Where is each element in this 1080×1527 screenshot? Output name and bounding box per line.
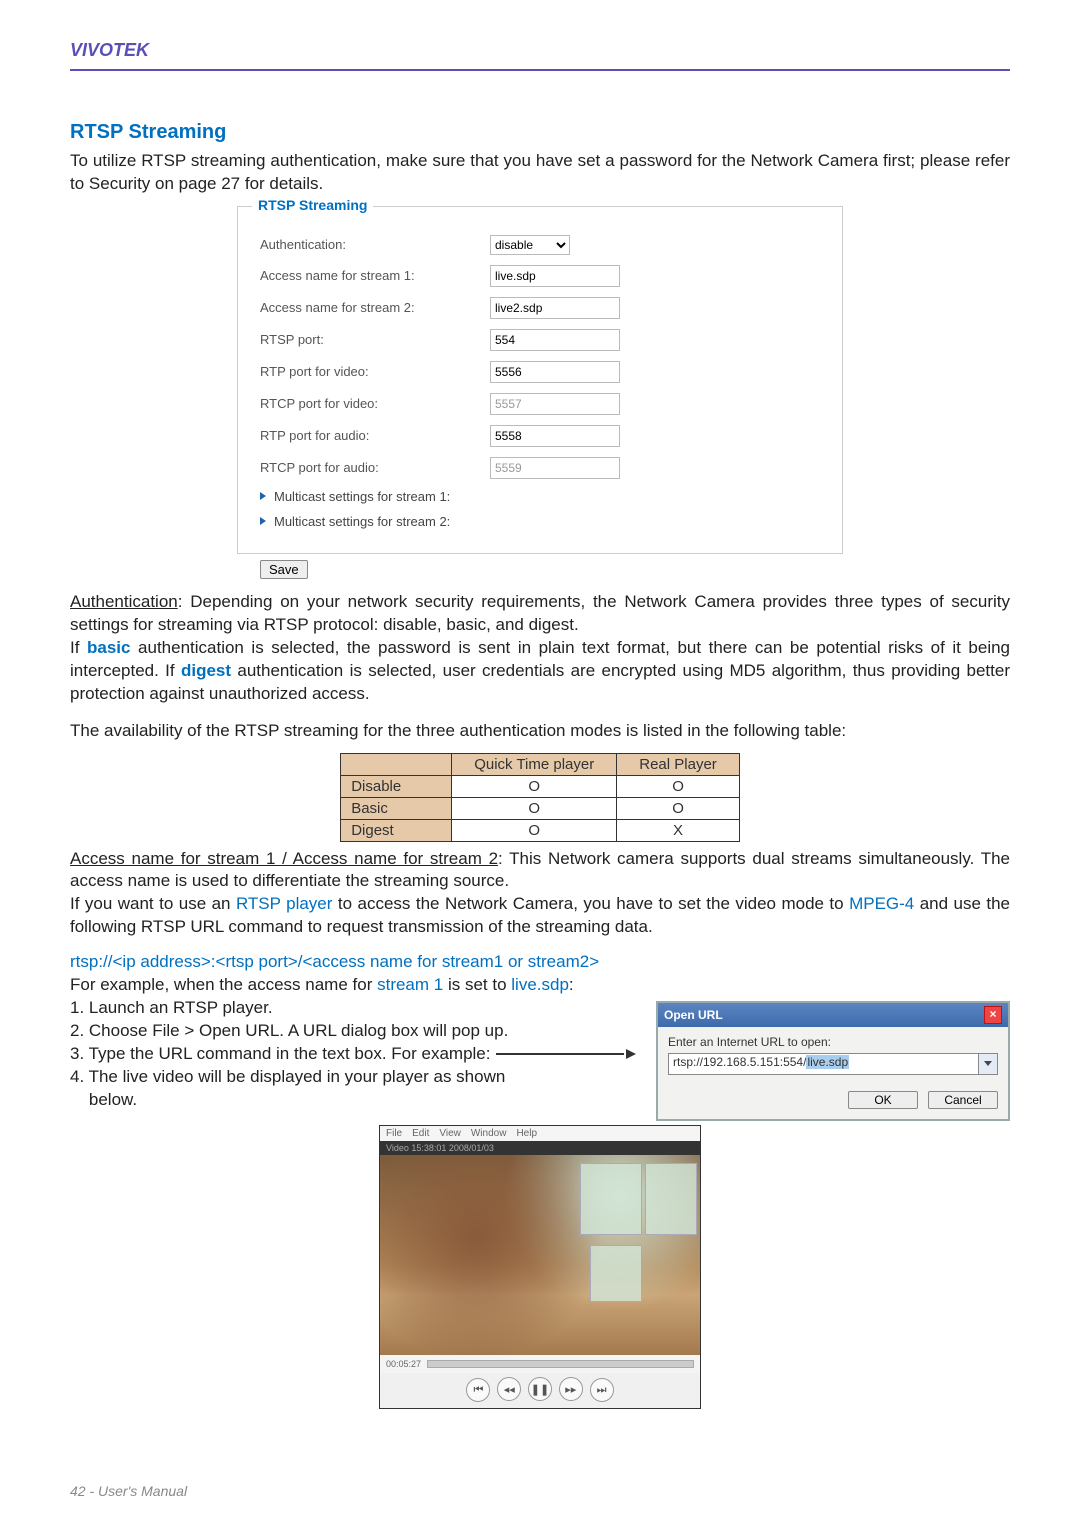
step-1: 1. Launch an RTSP player. <box>70 997 636 1020</box>
video-area <box>380 1155 700 1355</box>
rtcp-audio-input[interactable] <box>490 457 620 479</box>
page-footer: 42 - User's Manual <box>70 1483 187 1499</box>
mpeg4-link: MPEG-4 <box>849 894 914 913</box>
player-menu[interactable]: Window <box>471 1128 507 1139</box>
multicast-stream2-label: Multicast settings for stream 2: <box>274 514 450 529</box>
intro-paragraph: To utilize RTSP streaming authentication… <box>70 150 1010 196</box>
open-url-dialog: Open URL × Enter an Internet URL to open… <box>656 1001 1010 1121</box>
table-header-realplayer: Real Player <box>617 753 740 775</box>
stream1-access-label: Access name for stream 1: <box>260 268 490 283</box>
rtp-audio-input[interactable] <box>490 425 620 447</box>
rtsp-config-panel: RTSP Streaming Authentication: disable A… <box>237 206 843 554</box>
table-header-quicktime: Quick Time player <box>452 753 617 775</box>
pause-icon[interactable]: ❚❚ <box>528 1377 552 1401</box>
player-menu[interactable]: Edit <box>412 1128 429 1139</box>
multicast-stream2-expander[interactable]: Multicast settings for stream 2: <box>260 514 820 529</box>
authentication-heading: Authentication <box>70 592 178 611</box>
section-title: RTSP Streaming <box>70 121 1010 144</box>
url-input[interactable]: rtsp://192.168.5.151:554/live.sdp <box>668 1053 979 1075</box>
access-name-paragraph: Access name for stream 1 / Access name f… <box>70 848 1010 894</box>
step-2: 2. Choose File > Open URL. A URL dialog … <box>70 1020 636 1043</box>
access-name-heading: Access name for stream 1 / Access name f… <box>70 849 498 868</box>
rtsp-player-paragraph: If you want to use an RTSP player to acc… <box>70 893 1010 939</box>
player-timestamp: Video 15:38:01 2008/01/03 <box>380 1141 700 1155</box>
skip-back-icon[interactable]: ⏮ <box>466 1378 490 1402</box>
dialog-title: Open URL <box>664 1008 723 1022</box>
player-menu[interactable]: View <box>439 1128 461 1139</box>
rtp-video-label: RTP port for video: <box>260 364 490 379</box>
auth-select[interactable]: disable <box>490 235 570 255</box>
header-rule <box>70 69 1010 71</box>
player-controls: ⏮ ◂◂ ❚❚ ▸▸ ⏭ <box>380 1373 700 1408</box>
availability-table: Quick Time player Real Player Disable O … <box>340 753 740 842</box>
save-button[interactable]: Save <box>260 560 308 579</box>
rtp-audio-label: RTP port for audio: <box>260 428 490 443</box>
basic-digest-paragraph: If basic authentication is selected, the… <box>70 637 1010 706</box>
rtcp-audio-label: RTCP port for audio: <box>260 460 490 475</box>
availability-sentence: The availability of the RTSP streaming f… <box>70 720 1010 743</box>
rtp-video-input[interactable] <box>490 361 620 383</box>
basic-keyword: basic <box>87 638 130 657</box>
chevron-right-icon <box>260 517 266 525</box>
table-row: Basic O O <box>341 797 740 819</box>
auth-label: Authentication: <box>260 237 490 252</box>
step-4a: 4. The live video will be displayed in y… <box>70 1066 636 1089</box>
multicast-stream1-label: Multicast settings for stream 1: <box>274 489 450 504</box>
player-menu[interactable]: Help <box>516 1128 537 1139</box>
table-row: Disable O O <box>341 775 740 797</box>
rewind-icon[interactable]: ◂◂ <box>497 1377 521 1401</box>
forward-icon[interactable]: ▸▸ <box>559 1377 583 1401</box>
player-menu-bar: File Edit View Window Help <box>380 1126 700 1141</box>
ok-button[interactable]: OK <box>848 1091 918 1109</box>
arrow-right-icon <box>626 1049 636 1059</box>
cancel-button[interactable]: Cancel <box>928 1091 998 1109</box>
dropdown-icon[interactable] <box>979 1053 998 1075</box>
progress-bar[interactable] <box>427 1360 694 1368</box>
rtcp-video-input[interactable] <box>490 393 620 415</box>
video-player-preview: File Edit View Window Help Video 15:38:0… <box>379 1125 701 1409</box>
stream2-access-input[interactable] <box>490 297 620 319</box>
stream1-access-input[interactable] <box>490 265 620 287</box>
digest-keyword: digest <box>181 661 231 680</box>
player-menu[interactable]: File <box>386 1128 402 1139</box>
rtsp-player-link: RTSP player <box>236 894 332 913</box>
stream2-access-label: Access name for stream 2: <box>260 300 490 315</box>
step-3: 3. Type the URL command in the text box.… <box>70 1043 636 1066</box>
table-row: Digest O X <box>341 819 740 841</box>
dialog-label: Enter an Internet URL to open: <box>668 1035 998 1049</box>
chevron-right-icon <box>260 492 266 500</box>
rtsp-port-input[interactable] <box>490 329 620 351</box>
close-icon[interactable]: × <box>984 1006 1002 1024</box>
fieldset-legend: RTSP Streaming <box>252 197 373 213</box>
table-header-empty <box>341 753 452 775</box>
brand: VIVOTEK <box>70 40 1010 69</box>
rtsp-port-label: RTSP port: <box>260 332 490 347</box>
arrow-line <box>496 1053 624 1055</box>
step-4b: below. <box>70 1089 636 1112</box>
url-template: rtsp://<ip address>:<rtsp port>/<access … <box>70 952 599 971</box>
multicast-stream1-expander[interactable]: Multicast settings for stream 1: <box>260 489 820 504</box>
example-sentence: For example, when the access name for st… <box>70 974 1010 997</box>
authentication-paragraph: Authentication: Depending on your networ… <box>70 591 1010 637</box>
skip-forward-icon[interactable]: ⏭ <box>590 1378 614 1402</box>
rtcp-video-label: RTCP port for video: <box>260 396 490 411</box>
player-time: 00:05:27 <box>386 1359 421 1369</box>
